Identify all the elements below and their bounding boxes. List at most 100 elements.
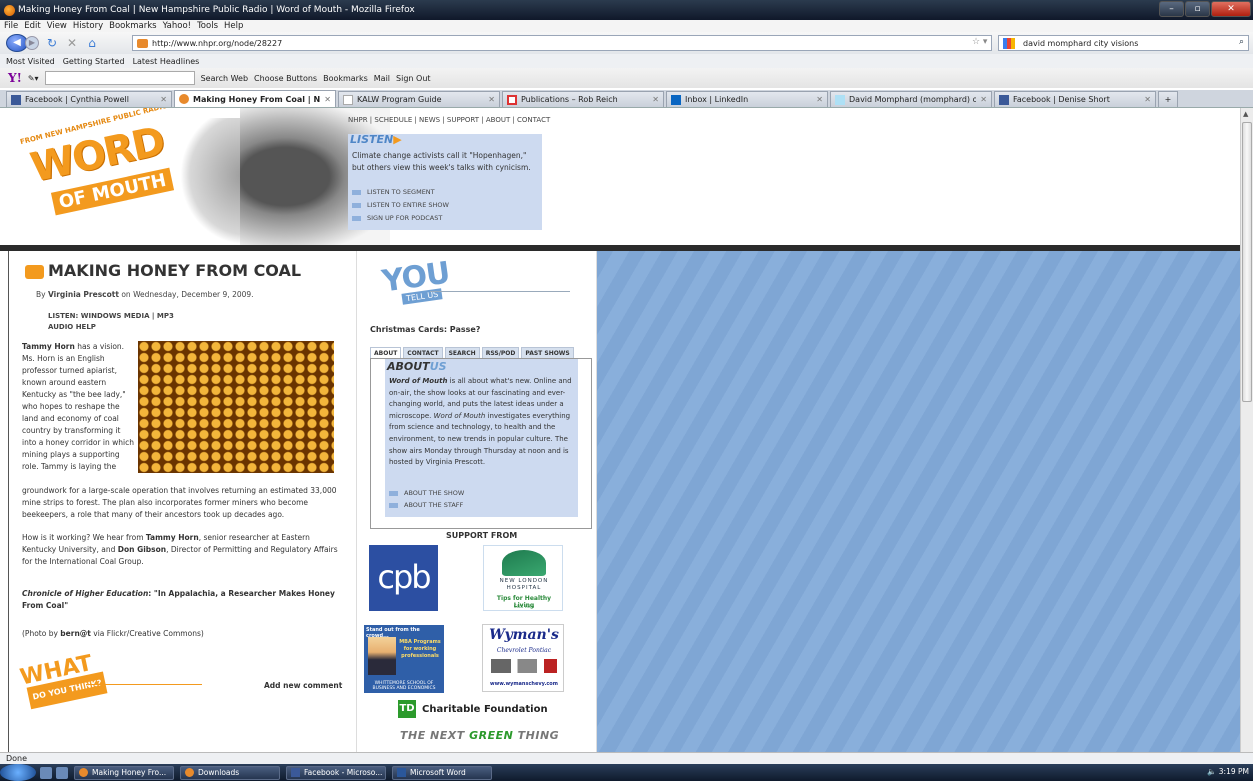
tab-close-icon[interactable]: ✕: [1144, 95, 1151, 104]
scroll-up-icon[interactable]: ▲: [1243, 110, 1248, 118]
menu-view[interactable]: View: [47, 21, 67, 31]
menu-bookmarks[interactable]: Bookmarks: [109, 21, 157, 31]
tab-kalw[interactable]: KALW Program Guide ✕: [338, 91, 500, 107]
google-icon[interactable]: [1003, 38, 1015, 49]
search-icon[interactable]: ⌕: [1239, 37, 1244, 47]
nhpr-icon: [179, 94, 189, 104]
tab-linkedin[interactable]: Inbox | LinkedIn ✕: [666, 91, 828, 107]
article-byline: By Virginia Prescott on Wednesday, Decem…: [36, 290, 254, 299]
student-photo: [368, 637, 396, 675]
bookmark-latest-headlines[interactable]: Latest Headlines: [133, 57, 200, 66]
taskbar-facebook-ie[interactable]: Facebook - Microso...: [286, 765, 386, 780]
yahoo-choose-buttons[interactable]: Choose Buttons: [254, 74, 317, 83]
bullet-icon: [389, 502, 398, 508]
yahoo-bookmarks[interactable]: Bookmarks: [323, 74, 368, 83]
start-button[interactable]: [0, 764, 36, 781]
scrollbar-thumb[interactable]: [1242, 122, 1252, 402]
search-value: david momphard city visions: [1023, 38, 1139, 48]
menu-edit[interactable]: Edit: [24, 21, 40, 31]
yahoo-search-web[interactable]: Search Web: [201, 74, 248, 83]
tab-close-icon[interactable]: ✕: [652, 95, 659, 104]
menu-bar: File Edit View History Bookmarks Yahoo! …: [0, 20, 1253, 32]
bookmark-most-visited[interactable]: Most Visited: [6, 57, 55, 66]
top-navigation[interactable]: NHPR | SCHEDULE | NEWS | SUPPORT | ABOUT…: [348, 116, 550, 124]
striped-background: [597, 251, 1240, 752]
linkedin-icon: [671, 94, 681, 105]
quicklaunch-desktop-icon[interactable]: [40, 766, 52, 779]
menu-yahoo[interactable]: Yahoo!: [163, 21, 191, 31]
home-icon[interactable]: ⌂: [85, 36, 99, 50]
taskbar-word[interactable]: Microsoft Word: [392, 765, 492, 780]
menu-help[interactable]: Help: [224, 21, 243, 31]
article-paragraph-continued: groundwork for a large-scale operation t…: [22, 486, 337, 519]
maximize-button[interactable]: ▫: [1185, 1, 1210, 17]
stop-icon[interactable]: ✕: [65, 36, 79, 50]
menu-file[interactable]: File: [4, 21, 18, 31]
minimize-button[interactable]: –: [1159, 1, 1184, 17]
author-link[interactable]: Virginia Prescott: [48, 290, 119, 299]
photo-credit-link[interactable]: bern@t: [60, 629, 91, 638]
bullet-icon: [352, 189, 361, 195]
tab-twitter[interactable]: David Momphard (momphard) on ...✕: [830, 91, 992, 107]
facebook-icon: [11, 94, 21, 105]
audio-help-link[interactable]: AUDIO HELP: [48, 322, 174, 333]
you-tell-us-question[interactable]: Christmas Cards: Passe?: [370, 325, 480, 334]
menu-history[interactable]: History: [73, 21, 103, 31]
bookmark-star-icon[interactable]: ☆ ▾: [972, 37, 987, 47]
mountain-tree-icon: [502, 550, 546, 576]
tab-close-icon[interactable]: ✕: [324, 95, 331, 104]
tab-close-icon[interactable]: ✕: [488, 95, 495, 104]
search-input[interactable]: david momphard city visions ⌕: [998, 35, 1249, 51]
td-logo-icon: TD: [398, 700, 416, 718]
sign-up-podcast-link[interactable]: SIGN UP FOR PODCAST: [352, 214, 442, 222]
article-source-link[interactable]: Chronicle of Higher Education: "In Appal…: [22, 588, 340, 612]
listen-media-links[interactable]: LISTEN: WINDOWS MEDIA | MP3: [48, 311, 174, 322]
site-favicon-icon: [137, 38, 148, 48]
volume-icon[interactable]: 🔈: [1207, 767, 1219, 776]
vertical-scrollbar[interactable]: ▲: [1240, 108, 1253, 752]
url-bar[interactable]: http://www.nhpr.org/node/28227: [132, 35, 992, 51]
tab-close-icon[interactable]: ✕: [816, 95, 823, 104]
window-controls: – ▫ ✕: [1159, 1, 1251, 17]
new-tab-button[interactable]: +: [1158, 91, 1178, 107]
tab-facebook-cynthia[interactable]: Facebook | Cynthia Powell ✕: [6, 91, 172, 107]
wymans-chevrolet-ad[interactable]: Wyman's Chevrolet Pontiac www.wymanschev…: [482, 624, 564, 692]
listen-to-segment-link[interactable]: LISTEN TO SEGMENT: [352, 188, 435, 196]
yahoo-search-input[interactable]: [44, 71, 195, 85]
forward-button[interactable]: ▶: [25, 36, 39, 50]
article-paragraph-lead: Tammy Horn has a vision. Ms. Horn is an …: [22, 342, 134, 471]
pencil-icon[interactable]: ✎▾: [28, 74, 39, 83]
yahoo-mail[interactable]: Mail: [374, 74, 390, 83]
about-the-show-link[interactable]: ABOUT THE SHOW: [389, 489, 464, 497]
article-paragraph-guests: How is it working? We hear from Tammy Ho…: [22, 533, 338, 566]
td-charitable-foundation-ad[interactable]: TD Charitable Foundation: [398, 700, 548, 718]
yahoo-logo-icon[interactable]: Y!: [8, 71, 22, 85]
windows-taskbar: Making Honey Fro... Downloads Facebook -…: [0, 764, 1253, 781]
tab-close-icon[interactable]: ✕: [160, 95, 167, 104]
tab-facebook-denise[interactable]: Facebook | Denise Short ✕: [994, 91, 1156, 107]
taskbar-downloads[interactable]: Downloads: [180, 765, 280, 780]
tab-publications[interactable]: Publications – Rob Reich ✕: [502, 91, 664, 107]
reload-icon[interactable]: ↻: [45, 36, 59, 50]
quicklaunch-ie-icon[interactable]: [56, 766, 68, 779]
whittemore-school-ad[interactable]: Stand out from the crowd... MBA Programs…: [364, 625, 444, 693]
firefox-icon: [4, 4, 15, 16]
listen-to-entire-show-link[interactable]: LISTEN TO ENTIRE SHOW: [352, 201, 449, 209]
yahoo-sign-out[interactable]: Sign Out: [396, 74, 431, 83]
new-london-hospital-ad[interactable]: NEW LONDON HOSPITAL Tips for Healthy Liv…: [483, 545, 563, 611]
menu-tools[interactable]: Tools: [197, 21, 218, 31]
about-the-staff-link[interactable]: ABOUT THE STAFF: [389, 501, 463, 509]
tab-close-icon[interactable]: ✕: [980, 95, 987, 104]
add-comment-link[interactable]: Add new comment: [264, 681, 342, 690]
taskbar-firefox[interactable]: Making Honey Fro...: [74, 765, 174, 780]
clock[interactable]: 3:19 PM: [1219, 767, 1249, 776]
close-button[interactable]: ✕: [1211, 1, 1251, 17]
comment-divider: [86, 684, 202, 685]
cpb-logo[interactable]: cpb: [369, 545, 438, 611]
next-green-thing-ad[interactable]: THE NEXT GREEN THING: [400, 729, 559, 742]
tab-making-honey[interactable]: Making Honey From Coal | New H...✕: [174, 90, 336, 107]
word-icon: [397, 768, 406, 777]
you-tell-us-divider: [430, 291, 570, 292]
downloads-icon: [185, 768, 194, 777]
bookmark-getting-started[interactable]: Getting Started: [63, 57, 125, 66]
